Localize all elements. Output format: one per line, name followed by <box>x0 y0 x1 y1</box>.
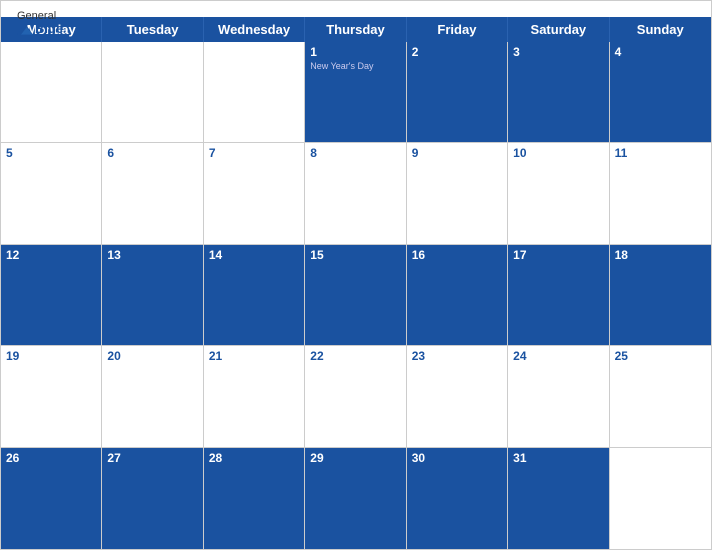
day-number: 26 <box>6 451 96 465</box>
day-number: 21 <box>209 349 299 363</box>
day-cell <box>1 42 102 143</box>
day-cell: 6 <box>102 143 203 244</box>
day-cell <box>610 448 711 549</box>
weekday-header-wednesday: Wednesday <box>204 17 305 42</box>
day-cell: 2 <box>407 42 508 143</box>
day-cell: 16 <box>407 245 508 346</box>
day-cell: 25 <box>610 346 711 447</box>
day-cell: 11 <box>610 143 711 244</box>
day-number: 5 <box>6 146 96 160</box>
holiday-label: New Year's Day <box>310 61 400 71</box>
day-cell: 9 <box>407 143 508 244</box>
day-number: 6 <box>107 146 197 160</box>
day-cell: 15 <box>305 245 406 346</box>
day-number: 2 <box>412 45 502 59</box>
week-row-4: 19 20 21 22 23 24 25 <box>1 346 711 447</box>
day-cell: 13 <box>102 245 203 346</box>
day-cell: 18 <box>610 245 711 346</box>
day-cell: 14 <box>204 245 305 346</box>
day-number: 14 <box>209 248 299 262</box>
weekday-header-friday: Friday <box>407 17 508 42</box>
day-cell: 5 <box>1 143 102 244</box>
day-cell: 24 <box>508 346 609 447</box>
logo-blue-text: Blue <box>17 22 63 35</box>
day-cell: 3 <box>508 42 609 143</box>
day-number: 28 <box>209 451 299 465</box>
day-number: 12 <box>6 248 96 262</box>
week-row-1: 1 New Year's Day 234 <box>1 42 711 143</box>
day-cell: 28 <box>204 448 305 549</box>
day-number: 9 <box>412 146 502 160</box>
day-number: 29 <box>310 451 400 465</box>
day-number: 8 <box>310 146 400 160</box>
weekday-header-saturday: Saturday <box>508 17 609 42</box>
day-cell: 7 <box>204 143 305 244</box>
weekday-headers: MondayTuesdayWednesdayThursdayFridaySatu… <box>1 17 711 42</box>
day-cell: 22 <box>305 346 406 447</box>
day-number: 17 <box>513 248 603 262</box>
day-number: 31 <box>513 451 603 465</box>
day-number: 4 <box>615 45 706 59</box>
calendar-grid: 1New Year's Day2345678910111213141516171… <box>1 42 711 549</box>
day-number: 7 <box>209 146 299 160</box>
day-number: 10 <box>513 146 603 160</box>
day-cell: 30 <box>407 448 508 549</box>
weekday-header-tuesday: Tuesday <box>102 17 203 42</box>
day-number: 20 <box>107 349 197 363</box>
day-cell <box>102 42 203 143</box>
week-row-2: 56789 10 11 <box>1 143 711 244</box>
day-number: 30 <box>412 451 502 465</box>
logo: General Blue <box>17 11 63 35</box>
day-cell: 20 <box>102 346 203 447</box>
day-cell: 19 <box>1 346 102 447</box>
day-number: 23 <box>412 349 502 363</box>
weekday-header-thursday: Thursday <box>305 17 406 42</box>
day-number: 24 <box>513 349 603 363</box>
calendar: General Blue MondayTuesdayWednesdayThurs… <box>0 0 712 550</box>
day-number: 19 <box>6 349 96 363</box>
day-cell: 12 <box>1 245 102 346</box>
day-number: 27 <box>107 451 197 465</box>
day-cell: 8 <box>305 143 406 244</box>
day-number: 3 <box>513 45 603 59</box>
day-cell: 29 <box>305 448 406 549</box>
calendar-header: General Blue <box>1 1 711 17</box>
week-row-5: 26 27 28 29 30 31 <box>1 448 711 549</box>
logo-mountain-icon <box>17 23 33 35</box>
day-number: 16 <box>412 248 502 262</box>
day-cell <box>204 42 305 143</box>
day-number: 15 <box>310 248 400 262</box>
day-cell: 23 <box>407 346 508 447</box>
day-cell: 10 <box>508 143 609 244</box>
day-number: 18 <box>615 248 706 262</box>
weekday-header-sunday: Sunday <box>610 17 711 42</box>
day-number: 25 <box>615 349 706 363</box>
day-cell: 27 <box>102 448 203 549</box>
day-cell: 17 <box>508 245 609 346</box>
week-row-3: 12 13 14 15 16 17 18 <box>1 245 711 346</box>
day-number: 1 <box>310 45 400 59</box>
day-number: 11 <box>615 146 706 160</box>
day-cell: 1 New Year's Day <box>305 42 406 143</box>
day-cell: 21 <box>204 346 305 447</box>
day-cell: 4 <box>610 42 711 143</box>
day-cell: 31 <box>508 448 609 549</box>
day-cell: 26 <box>1 448 102 549</box>
day-number: 22 <box>310 349 400 363</box>
day-number: 13 <box>107 248 197 262</box>
